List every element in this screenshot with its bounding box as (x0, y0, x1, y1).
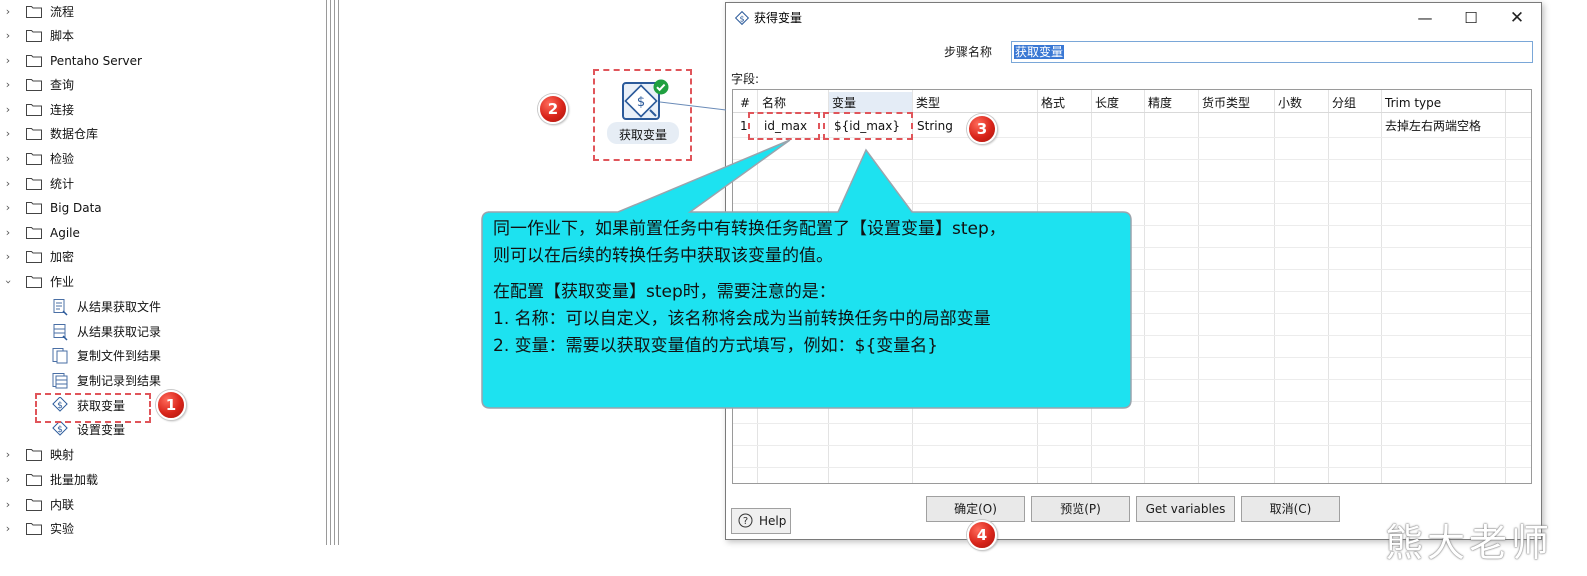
callout-line-4: 1. 名称：可以自定义，该名称将会成为当前转换任务中的局部变量 (493, 309, 991, 329)
callout-text: 同一作业下，如果前置任务中有转换任务配置了【设置变量】step， 则可以在后续的… (493, 216, 1123, 360)
callout-line-2: 则可以在后续的转换任务中获取该变量的值。 (493, 246, 833, 266)
callout-line-5: 2. 变量：需要以获取变量值的方式填写，例如：${变量名} (493, 336, 939, 356)
connector-line (659, 101, 727, 111)
watermark: 熊大老师 (1385, 521, 1554, 565)
callout-line-3: 在配置【获取变量】step时，需要注意的是： (493, 282, 836, 302)
callout-line-1: 同一作业下，如果前置任务中有转换任务配置了【设置变量】step， (493, 219, 1006, 239)
